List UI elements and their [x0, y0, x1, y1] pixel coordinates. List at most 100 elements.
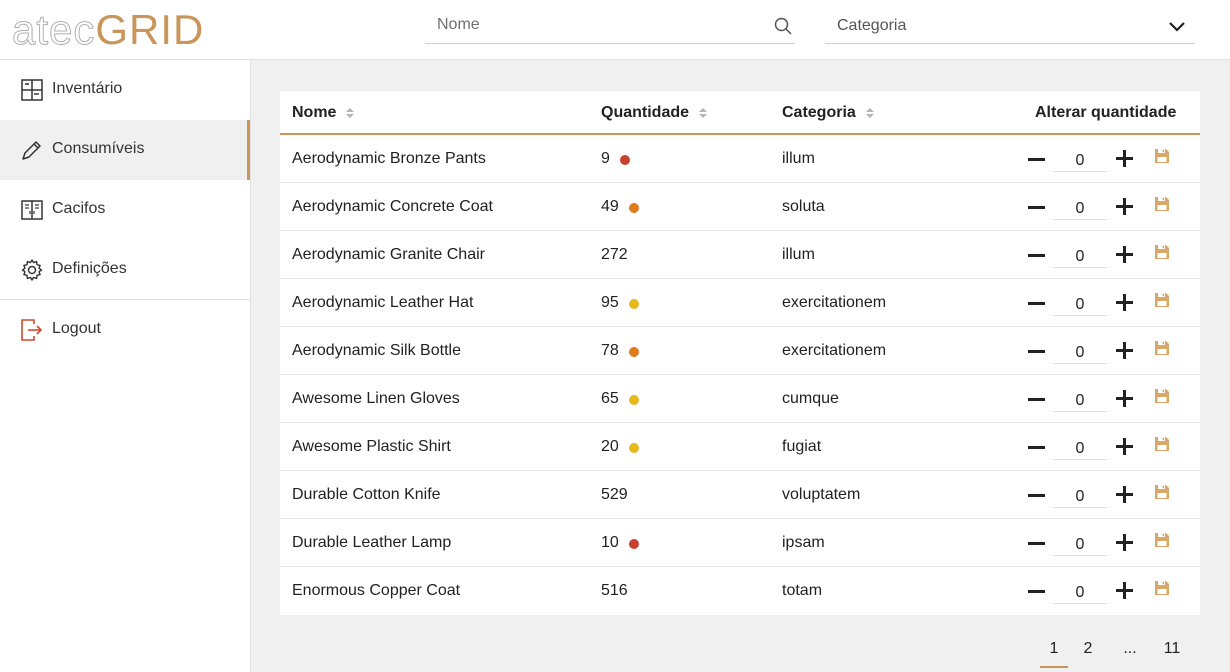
minus-icon[interactable]: [1028, 206, 1045, 209]
quantity-change-input[interactable]: [1053, 388, 1107, 412]
table-row: Aerodynamic Silk Bottle 78 exercitatione…: [280, 327, 1200, 375]
item-quantity-value: 529: [601, 486, 628, 503]
quantity-change-input[interactable]: [1053, 436, 1107, 460]
plus-icon[interactable]: [1116, 582, 1133, 599]
sort-icon[interactable]: [865, 107, 874, 119]
item-name: Durable Leather Lamp: [292, 534, 452, 551]
sidebar-item-label: Inventário: [52, 80, 123, 97]
plus-icon[interactable]: [1116, 486, 1133, 503]
quantity-change-input[interactable]: [1053, 244, 1107, 268]
plus-icon[interactable]: [1116, 150, 1133, 167]
item-category: illum: [782, 246, 815, 263]
save-icon[interactable]: [1154, 484, 1170, 500]
status-dot: [628, 203, 639, 213]
quantity-change-input[interactable]: [1053, 580, 1107, 604]
quantity-change-input[interactable]: [1053, 292, 1107, 316]
search-field[interactable]: [425, 8, 795, 44]
minus-icon[interactable]: [1028, 494, 1045, 497]
plus-icon[interactable]: [1116, 342, 1133, 359]
search-input[interactable]: [425, 8, 755, 42]
table-row: Awesome Linen Gloves 65 cumque: [280, 375, 1200, 423]
minus-icon[interactable]: [1028, 542, 1045, 545]
sort-icon[interactable]: [346, 107, 355, 119]
save-icon[interactable]: [1154, 532, 1170, 548]
item-quantity-value: 516: [601, 582, 628, 599]
page-1-button[interactable]: 1: [1040, 640, 1068, 668]
table-row: Awesome Plastic Shirt 20 fugiat: [280, 423, 1200, 471]
quantity-change-input[interactable]: [1053, 532, 1107, 556]
app-logo[interactable]: atecGRID: [11, 6, 204, 54]
column-header-label: Alterar quantidade: [1035, 104, 1177, 121]
save-icon[interactable]: [1154, 292, 1170, 308]
quantity-stepper: [1028, 435, 1178, 461]
minus-icon[interactable]: [1028, 350, 1045, 353]
item-name: Aerodynamic Silk Bottle: [292, 342, 461, 359]
item-quantity: 529: [601, 486, 628, 504]
item-category: voluptatem: [782, 486, 861, 503]
chevron-down-icon[interactable]: [1167, 16, 1187, 36]
minus-icon[interactable]: [1028, 302, 1045, 305]
column-header-name[interactable]: Nome: [292, 104, 355, 122]
sidebar-item-label: Consumíveis: [52, 140, 145, 157]
save-icon[interactable]: [1154, 244, 1170, 260]
sort-icon[interactable]: [699, 107, 708, 119]
column-header-quantity[interactable]: Quantidade: [601, 104, 708, 122]
page-2-button[interactable]: 2: [1078, 640, 1098, 658]
sidebar-item-label: Cacifos: [52, 200, 106, 217]
item-quantity-value: 20: [601, 438, 619, 455]
item-quantity: 516: [601, 582, 628, 600]
quantity-stepper: [1028, 339, 1178, 365]
plus-icon[interactable]: [1116, 198, 1133, 215]
consumables-table: Nome Quantidade Categoria Alterar quanti…: [280, 91, 1200, 615]
plus-icon[interactable]: [1116, 294, 1133, 311]
table-row: Aerodynamic Granite Chair 272 illum: [280, 231, 1200, 279]
quantity-change-input[interactable]: [1053, 484, 1107, 508]
minus-icon[interactable]: [1028, 158, 1045, 161]
quantity-stepper: [1028, 291, 1178, 317]
item-quantity-value: 95: [601, 294, 619, 311]
minus-icon[interactable]: [1028, 398, 1045, 401]
plus-icon[interactable]: [1116, 390, 1133, 407]
table-row: Durable Cotton Knife 529 voluptatem: [280, 471, 1200, 519]
item-quantity-value: 9: [601, 150, 610, 167]
quantity-stepper: [1028, 147, 1178, 173]
save-icon[interactable]: [1154, 340, 1170, 356]
top-bar: atecGRID Categoria: [0, 0, 1230, 60]
table-body: Aerodynamic Bronze Pants 9 illum Aerodyn…: [280, 135, 1200, 615]
plus-icon[interactable]: [1116, 438, 1133, 455]
minus-icon[interactable]: [1028, 446, 1045, 449]
quantity-stepper: [1028, 243, 1178, 269]
item-name: Aerodynamic Leather Hat: [292, 294, 474, 311]
page-ellipsis: ...: [1123, 640, 1137, 657]
save-icon[interactable]: [1154, 580, 1170, 596]
save-icon[interactable]: [1154, 388, 1170, 404]
search-icon[interactable]: [773, 16, 793, 36]
quantity-change-input[interactable]: [1053, 148, 1107, 172]
save-icon[interactable]: [1154, 436, 1170, 452]
sidebar-item-logout[interactable]: Logout: [0, 300, 250, 360]
item-quantity-value: 49: [601, 198, 619, 215]
sidebar-item-cacifos[interactable]: Cacifos: [0, 180, 250, 240]
sidebar-item-definicoes[interactable]: Definições: [0, 240, 250, 300]
plus-icon[interactable]: [1116, 534, 1133, 551]
column-header-label: Categoria: [782, 104, 856, 121]
quantity-stepper: [1028, 531, 1178, 557]
page-11-button[interactable]: 11: [1160, 640, 1184, 658]
table-row: Enormous Copper Coat 516 totam: [280, 567, 1200, 615]
quantity-change-input[interactable]: [1053, 196, 1107, 220]
quantity-change-input[interactable]: [1053, 340, 1107, 364]
minus-icon[interactable]: [1028, 254, 1045, 257]
lockers-icon: [20, 198, 44, 222]
status-dot: [628, 299, 639, 309]
item-quantity: 10: [601, 534, 639, 552]
column-header-category[interactable]: Categoria: [782, 104, 874, 122]
save-icon[interactable]: [1154, 148, 1170, 164]
save-icon[interactable]: [1154, 196, 1170, 212]
minus-icon[interactable]: [1028, 590, 1045, 593]
sidebar-item-inventario[interactable]: Inventário: [0, 60, 250, 120]
category-select[interactable]: Categoria: [825, 8, 1195, 44]
sidebar-item-label: Definições: [52, 259, 127, 277]
plus-icon[interactable]: [1116, 246, 1133, 263]
sidebar-item-consumiveis[interactable]: Consumíveis: [0, 120, 250, 180]
status-dot: [628, 395, 639, 405]
